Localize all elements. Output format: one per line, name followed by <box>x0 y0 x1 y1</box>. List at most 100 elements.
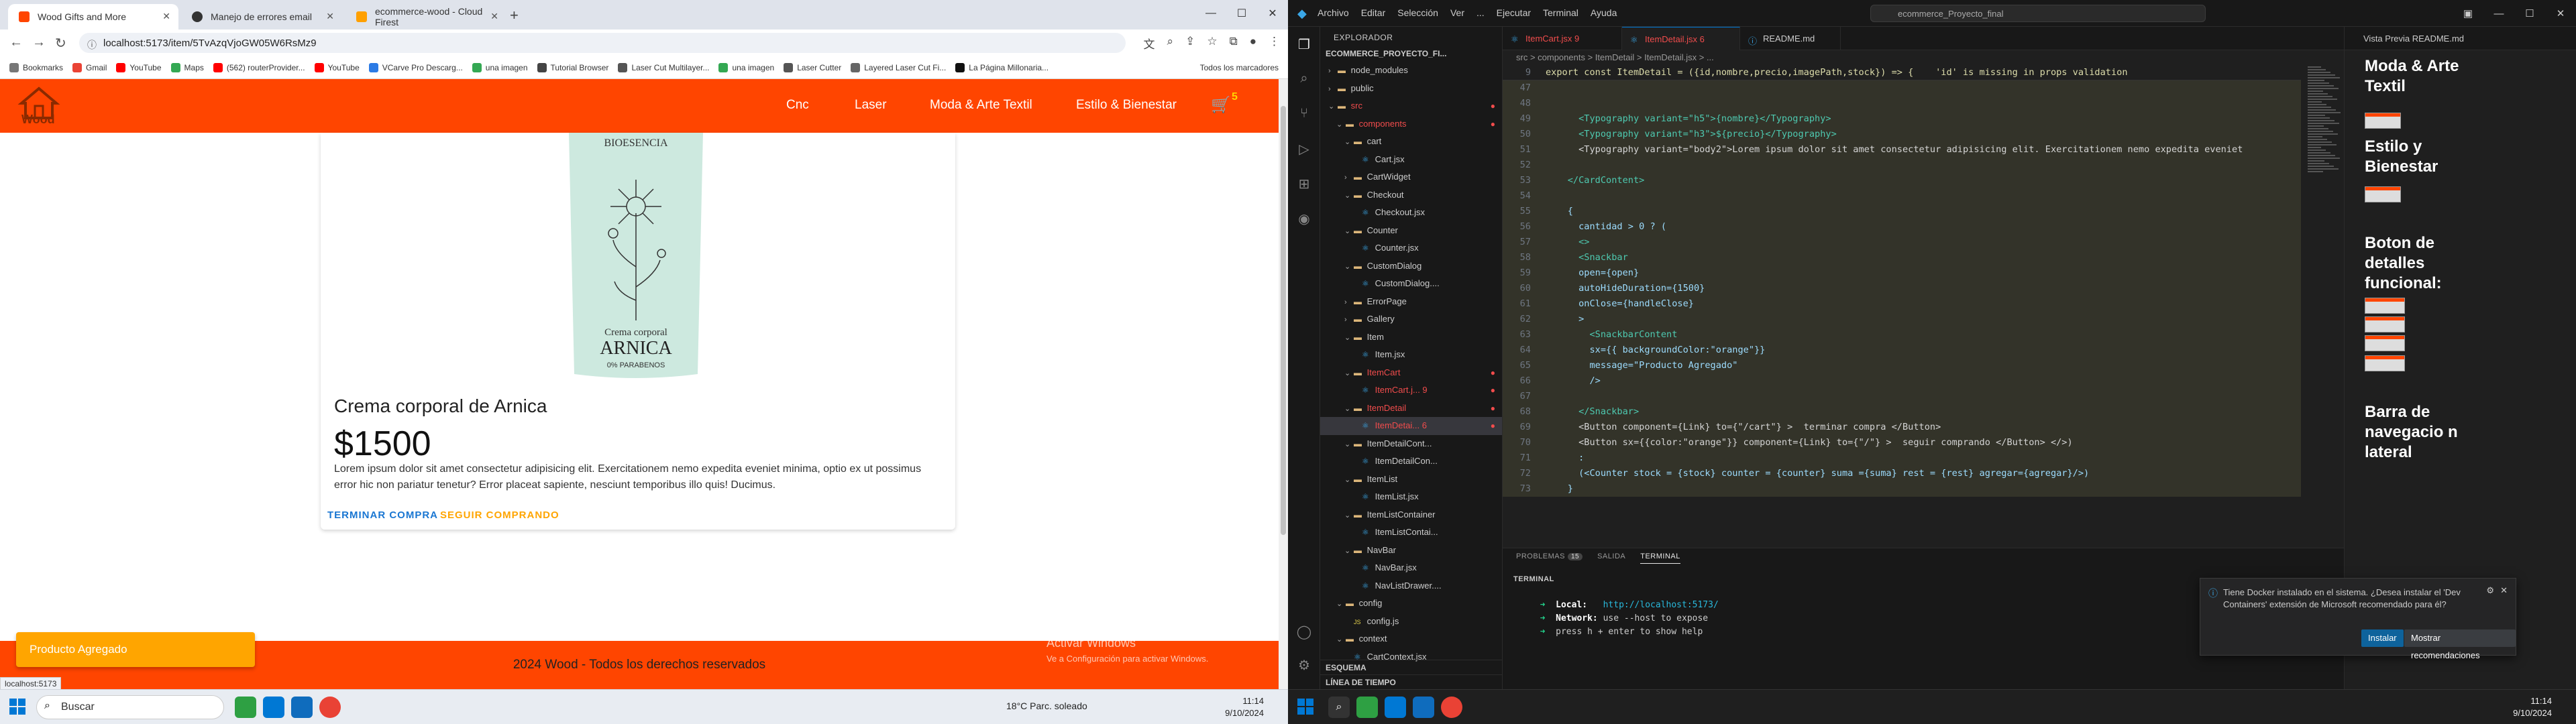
tree-file[interactable]: ⚛ Checkout.jsx <box>1320 204 1502 222</box>
share-icon[interactable]: ⇪ <box>1185 35 1195 52</box>
site-info-icon[interactable]: ⓘ <box>87 38 97 52</box>
browser-tab-wood[interactable]: Wood Gifts and More ✕ <box>8 4 178 29</box>
search-icon[interactable]: ⌕ <box>1296 71 1312 87</box>
minimize-icon[interactable]: — <box>2483 0 2514 27</box>
forward-icon[interactable]: → <box>32 35 46 50</box>
bookmark-item[interactable]: VCarve Pro Descarg... <box>368 62 463 72</box>
chrome-taskbar-icon[interactable] <box>1441 697 1462 718</box>
nav-estilo[interactable]: Estilo & Bienestar <box>1076 98 1177 113</box>
menu-ayuda[interactable]: Ayuda <box>1591 7 1617 18</box>
tab-readme[interactable]: ⓘ README.md <box>1740 27 1841 50</box>
back-icon[interactable]: ← <box>9 35 23 50</box>
profile-avatar-icon[interactable]: ● <box>1250 35 1256 52</box>
tree-folder[interactable]: ⌄ ▬ Item <box>1320 328 1502 347</box>
close-icon[interactable]: ✕ <box>326 11 334 22</box>
tree-folder[interactable]: ⌄ ▬ context <box>1320 630 1502 648</box>
tree-folder[interactable]: › ▬ node_modules <box>1320 62 1502 80</box>
translate-icon[interactable]: 文 <box>1144 35 1155 52</box>
tree-folder[interactable]: › ▬ ErrorPage <box>1320 293 1502 311</box>
explorer-root-folder[interactable]: ECOMMERCE_PROYECTO_FI... <box>1320 47 1502 62</box>
tree-file[interactable]: JS config.js <box>1320 613 1502 631</box>
menu-kebab-icon[interactable]: ⋮ <box>1269 35 1280 52</box>
settings-gear-icon[interactable]: ⚙ <box>1296 657 1312 673</box>
reload-icon[interactable]: ↻ <box>55 35 66 52</box>
minimize-icon[interactable]: — <box>1195 0 1226 27</box>
tree-file[interactable]: ⚛ ItemList.jsx <box>1320 488 1502 506</box>
bookmark-item[interactable]: una imagen <box>718 62 774 72</box>
address-bar[interactable]: localhost:5173/item/5TvAzqVjoGW05W6RsMz9 <box>79 33 1126 53</box>
tree-folder[interactable]: ⌄ ▬ config <box>1320 595 1502 613</box>
weather-widget[interactable]: 18°C Parc. soleado <box>1006 701 1087 711</box>
zoom-icon[interactable]: ⌕ <box>1167 35 1174 52</box>
all-bookmarks[interactable]: Todos los marcadores <box>1200 63 1279 72</box>
tab-itemcart[interactable]: ⚛ ItemCart.jsx 9 <box>1503 27 1622 50</box>
nav-cnc[interactable]: Cnc <box>786 98 809 113</box>
terminal-output[interactable]: ➜ Local: http://localhost:5173/ ➜ Networ… <box>1529 599 1719 639</box>
nav-laser[interactable]: Laser <box>855 98 887 113</box>
bookmark-item[interactable]: Gmail <box>72 62 107 72</box>
tree-folder[interactable]: › ▬ CartWidget <box>1320 168 1502 186</box>
menu-archivo[interactable]: Archivo <box>1318 7 1349 18</box>
chrome-taskbar-icon[interactable] <box>319 697 341 718</box>
tree-file[interactable]: ⚛ CustomDialog.... <box>1320 275 1502 293</box>
code-editor[interactable]: 9 export const ItemDetail = ({id,nombre,p… <box>1503 65 2301 548</box>
bookmark-item[interactable]: una imagen <box>472 62 528 72</box>
tree-file[interactable]: ⚛ Cart.jsx <box>1320 151 1502 169</box>
tab-terminal[interactable]: TERMINAL <box>1640 552 1680 564</box>
bookmark-star-icon[interactable]: ☆ <box>1207 35 1217 52</box>
source-control-icon[interactable]: ⑂ <box>1296 106 1312 122</box>
tree-file[interactable]: ⚛ Item.jsx <box>1320 346 1502 364</box>
maximize-icon[interactable]: ☐ <box>1226 0 1257 27</box>
close-icon[interactable]: ✕ <box>2500 585 2508 596</box>
extensions-icon[interactable]: ⊞ <box>1296 176 1312 192</box>
tree-folder[interactable]: › ▬ Gallery <box>1320 310 1502 328</box>
close-window-icon[interactable]: ✕ <box>2545 0 2576 27</box>
vscode-taskbar-icon[interactable] <box>1385 697 1406 718</box>
bookmark-item[interactable]: Laser Cut Multilayer... <box>618 62 709 72</box>
scroll-thumb[interactable] <box>1281 106 1286 535</box>
menu-ver[interactable]: Ver <box>1450 7 1464 18</box>
breadcrumb[interactable]: src > components > ItemDetail > ItemDeta… <box>1503 50 2344 65</box>
tree-folder[interactable]: ⌄ ▬ src ● <box>1320 97 1502 115</box>
tree-file[interactable]: ⚛ NavListDrawer.... <box>1320 577 1502 595</box>
tree-file[interactable]: ⚛ ItemCart.j... 9 ● <box>1320 381 1502 400</box>
browser-tab-email[interactable]: Manejo de errores email ✕ <box>181 4 342 29</box>
app-icon[interactable] <box>235 697 256 718</box>
tree-folder[interactable]: ⌄ ▬ NavBar <box>1320 542 1502 560</box>
bookmark-item[interactable]: YouTube <box>314 62 360 72</box>
finish-purchase-button[interactable]: TERMINAR COMPRA <box>327 509 438 521</box>
tree-file[interactable]: ⚛ ItemListContai... <box>1320 524 1502 542</box>
explorer-icon[interactable]: ❐ <box>1296 36 1312 52</box>
taskbar-clock[interactable]: 11:14 9/10/2024 <box>1225 695 1264 719</box>
minimap[interactable] <box>2308 65 2344 548</box>
menu-more[interactable]: ... <box>1477 7 1485 18</box>
new-tab-icon[interactable]: + <box>510 7 519 24</box>
extensions-icon[interactable]: ⧉ <box>1230 35 1238 52</box>
outlook-taskbar-icon[interactable] <box>1413 697 1434 718</box>
tab-itemdetail[interactable]: ⚛ ItemDetail.jsx 6 <box>1622 27 1740 50</box>
tab-problems[interactable]: PROBLEMAS 15 <box>1516 552 1583 564</box>
tree-folder[interactable]: ⌄ ▬ ItemDetailCont... <box>1320 435 1502 453</box>
close-icon[interactable]: ✕ <box>162 11 170 22</box>
tab-output[interactable]: SALIDA <box>1597 552 1625 564</box>
tree-folder[interactable]: › ▬ public <box>1320 80 1502 98</box>
close-icon[interactable]: ✕ <box>490 11 498 22</box>
menu-ejecutar[interactable]: Ejecutar <box>1497 7 1531 18</box>
search-icon[interactable]: ⌕ <box>1328 697 1350 718</box>
install-button[interactable]: Instalar <box>2361 629 2404 647</box>
outline-section[interactable]: ESQUEMA <box>1320 660 1502 674</box>
bookmark-item[interactable]: (562) routerProvider... <box>213 62 305 72</box>
bookmark-item[interactable]: Maps <box>170 62 204 72</box>
remote-icon[interactable]: ◉ <box>1296 210 1312 227</box>
windows-start-icon[interactable] <box>9 699 25 715</box>
tree-file[interactable]: ⚛ ItemDetai... 6 ● <box>1320 417 1502 435</box>
taskbar-clock[interactable]: 11:14 9/10/2024 <box>2513 695 2552 719</box>
nav-moda[interactable]: Moda & Arte Textil <box>930 98 1032 113</box>
layout-icon[interactable]: ▣ <box>2453 0 2483 27</box>
menu-seleccion[interactable]: Selección <box>1397 7 1438 18</box>
tree-file[interactable]: ⚛ NavBar.jsx <box>1320 559 1502 577</box>
taskbar-search[interactable]: Buscar <box>36 695 224 719</box>
tree-folder[interactable]: ⌄ ▬ cart <box>1320 133 1502 151</box>
windows-start-icon[interactable] <box>1297 699 1313 715</box>
run-debug-icon[interactable]: ▷ <box>1296 141 1312 157</box>
